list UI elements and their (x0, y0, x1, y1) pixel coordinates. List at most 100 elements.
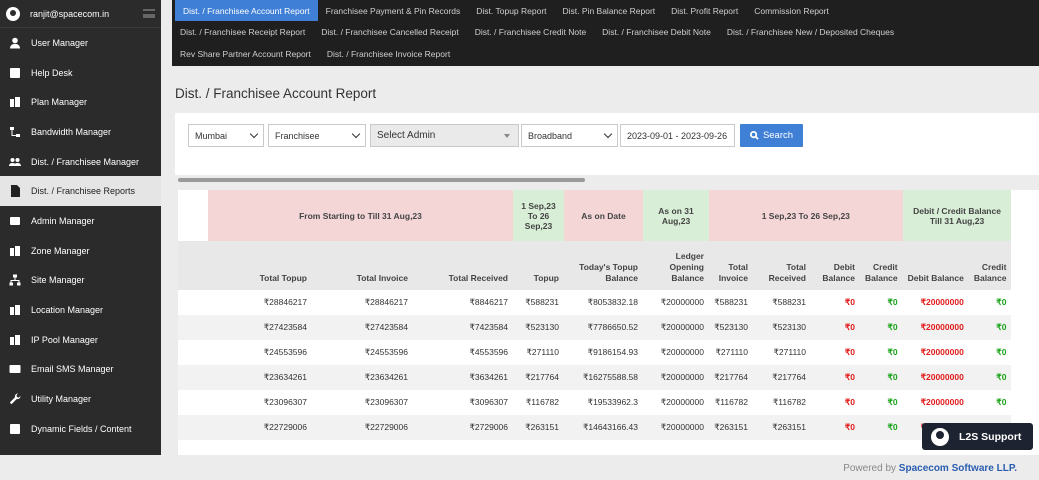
table-cell: ₹217764 (753, 365, 811, 390)
support-button[interactable]: L2S Support (922, 423, 1033, 450)
search-button[interactable]: Search (740, 124, 803, 147)
network-icon (8, 274, 21, 287)
sidebar-item-dist-franchisee-manager[interactable]: Dist. / Franchisee Manager (0, 147, 161, 177)
report-tab-dist-franchisee-cancelled-receipt[interactable]: Dist. / Franchisee Cancelled Receipt (313, 22, 466, 43)
column-header-row: Total Topup Total Invoice Total Received To… (178, 241, 1012, 290)
building-icon (8, 304, 21, 317)
report-tabs-row-3: Rev Share Partner Account Report Dist. / … (172, 43, 1039, 65)
column-header[interactable]: Total Received (753, 241, 811, 290)
sidebar-item-dist-franchisee-reports[interactable]: Dist. / Franchisee Reports (0, 176, 161, 207)
report-tabs-row-1: Dist. / Franchisee Account Report Franchi… (172, 0, 1039, 21)
table-cell: ₹0 (811, 340, 860, 365)
table-cell: ₹271110 (709, 340, 753, 365)
sidebar-item-zone-manager[interactable]: Zone Manager (0, 236, 161, 266)
column-header[interactable]: Total Invoice (709, 241, 753, 290)
help-icon (8, 66, 21, 79)
sidebar-item-dynamic-fields-content[interactable]: Dynamic Fields / Content (0, 414, 161, 444)
sidebar-item-site-manager[interactable]: Site Manager (0, 266, 161, 296)
report-tab-rev-share-partner-account-report[interactable]: Rev Share Partner Account Report (172, 44, 319, 65)
column-header[interactable]: Ledger Opening Balance (643, 241, 709, 290)
chevron-down-icon (249, 129, 259, 139)
column-header[interactable]: Total Invoice (312, 241, 413, 290)
sidebar-item-help-desk[interactable]: Help Desk (0, 58, 161, 88)
admin-select[interactable]: Select Admin (370, 124, 519, 147)
sitemap-icon (8, 125, 21, 138)
report-tab-dist-franchisee-account-report[interactable]: Dist. / Franchisee Account Report (175, 0, 318, 21)
service-select-value: Broadband (528, 130, 573, 141)
user-icon (8, 36, 21, 49)
sidebar-item-label: Location Manager (31, 305, 104, 316)
table-cell: ₹4553596 (413, 340, 513, 365)
sidebar-item-admin-manager[interactable]: Admin Manager (0, 206, 161, 236)
date-range-input[interactable]: 2023-09-01 - 2023-09-26 (620, 124, 735, 147)
sidebar-item-label: Plan Manager (31, 97, 88, 108)
table-cell: ₹24553596 (312, 340, 413, 365)
report-tab-dist-franchisee-invoice-report[interactable]: Dist. / Franchisee Invoice Report (319, 44, 458, 65)
sidebar-item-user-manager[interactable]: User Manager (0, 28, 161, 58)
report-tab-dist-franchisee-debit-note[interactable]: Dist. / Franchisee Debit Note (594, 22, 719, 43)
column-header[interactable]: Total Topup (208, 241, 312, 290)
sidebar-item-location-manager[interactable]: Location Manager (0, 295, 161, 325)
building-icon (8, 96, 21, 109)
table-cell: ₹0 (968, 315, 1012, 340)
report-tab-dist-profit-report[interactable]: Dist. Profit Report (663, 0, 746, 21)
report-icon (8, 185, 21, 198)
sidebar-item-ip-pool-manager[interactable]: IP Pool Manager (0, 325, 161, 355)
city-select[interactable]: Mumbai (188, 124, 264, 147)
row-spacer (178, 315, 208, 340)
report-tab-dist-franchisee-new-deposited-cheques[interactable]: Dist. / Franchisee New / Deposited Chequ… (719, 22, 902, 43)
report-tab-dist-topup-report[interactable]: Dist. Topup Report (468, 0, 554, 21)
menu-toggle-icon[interactable] (143, 9, 155, 18)
column-header[interactable]: Topup (513, 241, 564, 290)
table-cell: ₹0 (811, 415, 860, 440)
report-tab-dist-pin-balance-report[interactable]: Dist. Pin Balance Report (555, 0, 664, 21)
sidebar-item-email-sms-manager[interactable]: Email SMS Manager (0, 355, 161, 385)
report-tab-dist-franchisee-credit-note[interactable]: Dist. / Franchisee Credit Note (467, 22, 594, 43)
table-cell: ₹523130 (753, 315, 811, 340)
horizontal-scrollbar[interactable] (178, 178, 585, 182)
group-header-period: 1 Sep,23 To 26 Sep,23 (709, 190, 903, 241)
column-header[interactable]: Credit Balance (860, 241, 903, 290)
table-cell: ₹19533962.3 (564, 390, 643, 415)
row-spacer (178, 365, 208, 390)
table-row: ₹28846217 ₹28846217 ₹8846217 ₹588231 ₹805383… (178, 290, 1012, 315)
table-cell: ₹3634261 (413, 365, 513, 390)
row-spacer (178, 340, 208, 365)
column-header[interactable]: Total Received (413, 241, 513, 290)
table-cell: ₹7423584 (413, 315, 513, 340)
service-select[interactable]: Broadband (521, 124, 618, 147)
sidebar-user[interactable]: ranjit@spacecom.in (0, 0, 161, 28)
sidebar-item-utility-manager[interactable]: Utility Manager (0, 384, 161, 414)
sidebar-item-plan-manager[interactable]: Plan Manager (0, 87, 161, 117)
table-cell: ₹27423584 (208, 315, 312, 340)
search-icon (749, 131, 759, 140)
chevron-down-icon (351, 129, 361, 139)
table-cell: ₹116782 (709, 390, 753, 415)
footer-credit: Powered by Spacecom Software LLP. (843, 463, 1017, 474)
report-tab-commission-report[interactable]: Commission Report (746, 0, 837, 21)
report-tabs: Dist. / Franchisee Account Report Franchi… (172, 0, 1039, 66)
table-cell: ₹263151 (513, 415, 564, 440)
table-cell: ₹271110 (513, 340, 564, 365)
report-tab-dist-franchisee-receipt-report[interactable]: Dist. / Franchisee Receipt Report (172, 22, 313, 43)
column-header-spacer (178, 241, 208, 290)
column-header[interactable]: Credit Balance (968, 241, 1012, 290)
sidebar-item-bandwidth-manager[interactable]: Bandwidth Manager (0, 117, 161, 147)
table-cell: ₹20000000 (902, 390, 969, 415)
footer-brand[interactable]: Spacecom Software LLP. (899, 463, 1017, 474)
table-cell: ₹2729006 (413, 415, 513, 440)
type-select[interactable]: Franchisee (268, 124, 366, 147)
report-tab-franchisee-payment-pin-records[interactable]: Franchisee Payment & Pin Records (318, 0, 469, 21)
table-cell: ₹23096307 (312, 390, 413, 415)
search-button-label: Search (762, 130, 794, 141)
column-header[interactable]: Today's Topup Balance (564, 241, 643, 290)
table-cell: ₹20000000 (902, 340, 969, 365)
table-cell: ₹217764 (513, 365, 564, 390)
column-header[interactable]: Debit Balance (902, 241, 969, 290)
row-spacer (178, 290, 208, 315)
column-header[interactable]: Debit Balance (811, 241, 860, 290)
table-cell: ₹14643166.43 (564, 415, 643, 440)
id-card-icon (8, 214, 21, 227)
footer: Powered by Spacecom Software LLP. (0, 455, 1039, 480)
group-header-row: From Starting to Till 31 Aug,23 1 Sep,23… (178, 190, 1012, 241)
